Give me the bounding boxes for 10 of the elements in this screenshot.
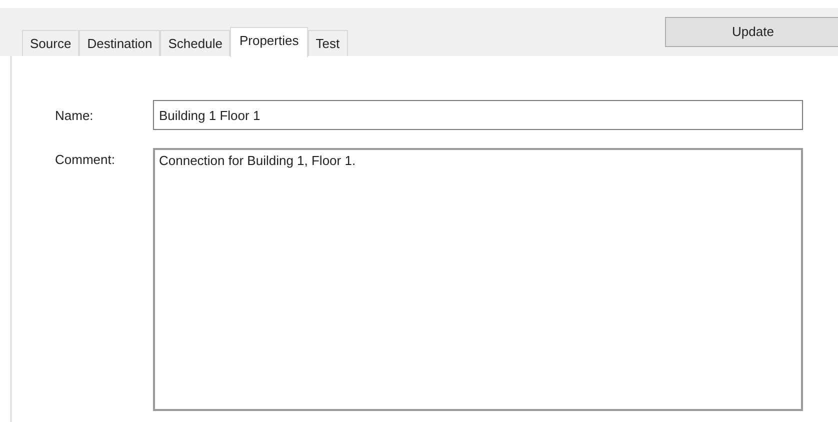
name-field[interactable]: Building 1 Floor 1 bbox=[153, 100, 803, 130]
tab[interactable]: Properties bbox=[230, 27, 308, 57]
tab[interactable]: Destination bbox=[79, 30, 160, 56]
tab[interactable]: Test bbox=[308, 30, 348, 56]
update-button[interactable]: Update bbox=[665, 17, 838, 47]
comment-field[interactable]: Connection for Building 1, Floor 1. bbox=[153, 148, 803, 411]
tab[interactable]: Schedule bbox=[160, 30, 230, 56]
comment-label: Comment: bbox=[54, 151, 116, 169]
name-label: Name: bbox=[54, 107, 94, 125]
tab[interactable]: Source bbox=[22, 30, 80, 56]
